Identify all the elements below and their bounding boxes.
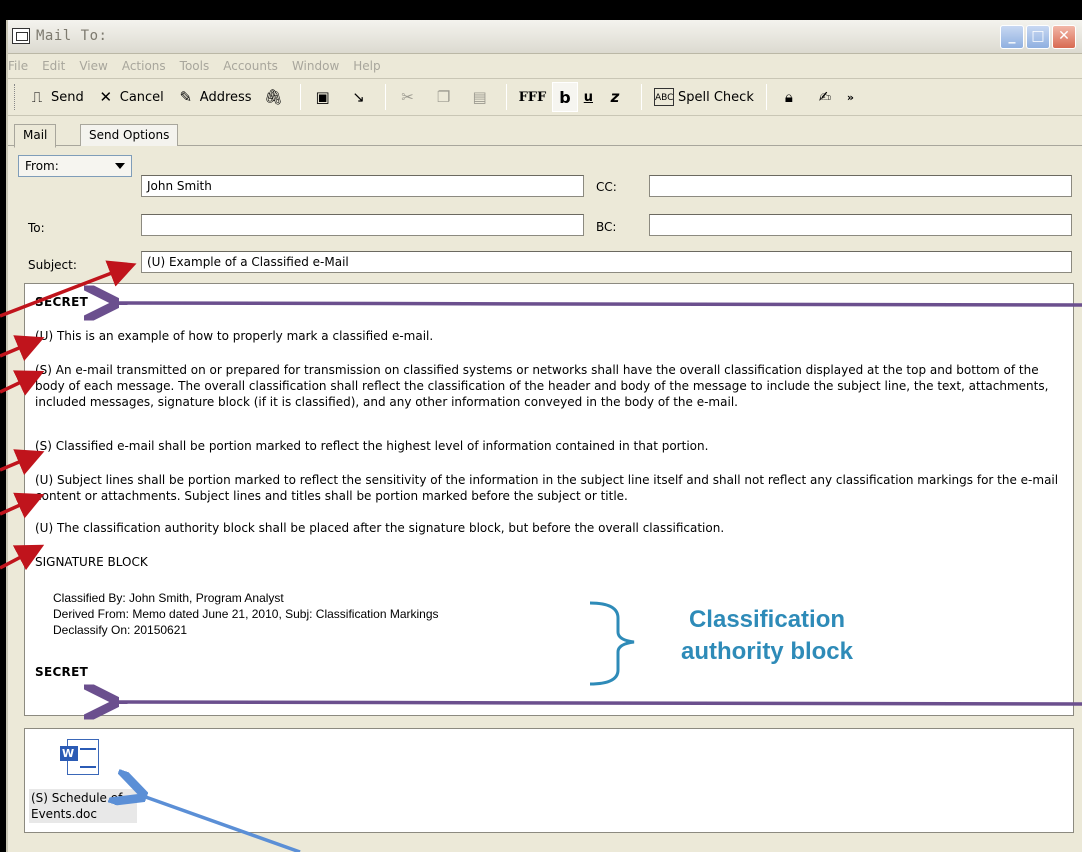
italic-icon: z [610, 88, 620, 106]
cc-label: CC: [596, 180, 617, 194]
minimize-icon: _ [1008, 28, 1016, 44]
tab-strip: Mail Send Options [8, 122, 1082, 148]
annotation-line-1: Classification [688, 606, 846, 633]
toolbar-separator [505, 84, 507, 110]
chevron-down-icon [115, 163, 125, 169]
menu-edit[interactable]: Edit [42, 59, 65, 73]
body-paragraph-5: (U) The classification authority block s… [35, 521, 725, 535]
cut-button[interactable]: ✂ [392, 82, 428, 112]
body-paragraph-2: (S) An e-mail transmitted on or prepared… [35, 363, 1049, 409]
address-label: Address [199, 89, 252, 105]
cc-field[interactable] [649, 175, 1072, 197]
bc-label: BC: [596, 220, 617, 234]
annotation-line-2: authority block [680, 638, 854, 665]
send-button[interactable]: ⎍ Send [21, 82, 90, 112]
top-classification-banner: SECRET [35, 295, 89, 309]
underline-button[interactable]: u [578, 82, 599, 112]
options-button[interactable]: ✍ [809, 82, 845, 112]
menu-help[interactable]: Help [353, 59, 380, 73]
cancel-button[interactable]: ✕ Cancel [90, 82, 170, 112]
to-field[interactable] [141, 214, 584, 236]
body-paragraph-3: (S) Classified e-mail shall be portion m… [35, 439, 709, 453]
spell-check-icon: ABC [654, 88, 674, 106]
bold-button[interactable]: b [552, 82, 578, 112]
attach-button[interactable]: 🖇 [258, 82, 294, 112]
derived-from-line: Derived From: Memo dated June 21, 2010, … [53, 607, 439, 621]
send-label: Send [51, 89, 84, 105]
word-w-glyph: W [62, 747, 75, 760]
copy-icon: ❐ [436, 88, 451, 106]
cancel-icon: ✕ [99, 88, 113, 106]
message-body[interactable]: SECRET (U) This is an example of how to … [24, 283, 1074, 716]
close-icon: ✕ [1058, 28, 1070, 44]
edit-options-icon: ✍ [818, 88, 832, 106]
cancel-label: Cancel [119, 89, 164, 105]
paste-icon: ▤ [472, 88, 487, 106]
paperclip-icon: 🖇 [264, 88, 284, 106]
address-book-icon: ✎ [179, 88, 193, 106]
maximize-button[interactable]: □ [1026, 25, 1050, 49]
menu-file[interactable]: File [8, 59, 28, 73]
subject-field[interactable]: (U) Example of a Classified e-Mail [141, 251, 1072, 273]
mail-app-icon [12, 28, 30, 44]
toolbar-overflow-button[interactable]: » [845, 82, 856, 112]
tab-send-options[interactable]: Send Options [80, 124, 179, 146]
close-button[interactable]: ✕ [1052, 25, 1076, 49]
word-document-icon[interactable]: W [60, 739, 99, 775]
minimize-button[interactable]: _ [1000, 25, 1024, 49]
tab-mail[interactable]: Mail [14, 124, 57, 148]
signature-block: SIGNATURE BLOCK [35, 555, 148, 569]
menu-view[interactable]: View [79, 59, 107, 73]
menu-actions[interactable]: Actions [122, 59, 166, 73]
declassify-on-line: Declassify On: 20150621 [53, 623, 188, 637]
menu-tools[interactable]: Tools [180, 59, 210, 73]
toolbar-separator [384, 84, 386, 110]
menu-bar: File Edit View Actions Tools Accounts Wi… [8, 55, 1082, 77]
save-button[interactable]: ▣ [307, 82, 343, 112]
body-paragraph-4: (U) Subject lines shall be portion marke… [35, 473, 1059, 503]
lock-icon: 🔒︎ [784, 88, 793, 106]
spell-check-label: Spell Check [678, 89, 754, 105]
copy-button[interactable]: ❐ [428, 82, 464, 112]
toolbar: ⎍ Send ✕ Cancel ✎ Address 🖇 ▣ ↘ ✂ ❐ ▤ FFF b… [8, 78, 1082, 116]
menu-window[interactable]: Window [292, 59, 339, 73]
toolbar-separator [765, 84, 767, 110]
from-dropdown[interactable]: From: [18, 155, 132, 177]
attachment-filename[interactable]: (S) Schedule of Events.doc [29, 789, 137, 823]
subject-label: Subject: [28, 258, 77, 272]
classified-by-line: Classified By: John Smith, Program Analy… [53, 591, 284, 605]
to-label: To: [28, 221, 45, 235]
bc-field[interactable] [649, 214, 1072, 236]
paste-button[interactable]: ▤ [464, 82, 500, 112]
font-button[interactable]: FFF [513, 82, 553, 112]
signature-icon: ↘ [352, 88, 365, 106]
send-icon: ⎍ [31, 88, 43, 106]
window-title: Mail To: [36, 28, 108, 44]
attachment-pane: W (S) Schedule of Events.doc [24, 728, 1074, 833]
body-paragraph-1: (U) This is an example of how to properl… [35, 329, 434, 343]
maximize-icon: □ [1031, 28, 1045, 44]
toolbar-grip[interactable] [14, 84, 17, 110]
menu-accounts[interactable]: Accounts [223, 59, 278, 73]
signature-button[interactable]: ↘ [343, 82, 379, 112]
bottom-classification-banner: SECRET [35, 665, 89, 679]
toolbar-separator [641, 84, 642, 110]
floppy-disk-icon: ▣ [315, 88, 330, 106]
from-label: From: [25, 159, 59, 173]
classification-authority-annotation: Classification authority block [652, 604, 882, 668]
toolbar-separator [299, 84, 301, 110]
spell-check-button[interactable]: ABC Spell Check [648, 82, 760, 112]
scissors-icon: ✂ [401, 88, 414, 106]
address-button[interactable]: ✎ Address [170, 82, 258, 112]
from-field[interactable]: John Smith [141, 175, 584, 197]
title-bar: Mail To: _ □ ✕ [8, 20, 1082, 54]
document-lines [80, 748, 96, 768]
italic-button[interactable]: z [599, 82, 635, 112]
security-button[interactable]: 🔒︎ [773, 82, 809, 112]
